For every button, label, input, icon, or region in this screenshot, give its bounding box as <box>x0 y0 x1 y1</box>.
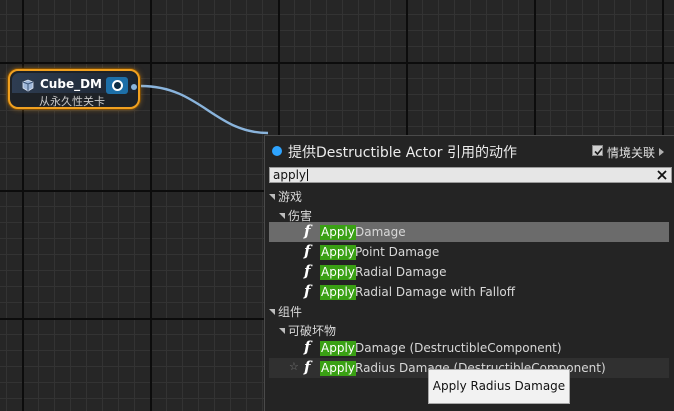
function-icon: f <box>304 222 311 240</box>
checkmark-icon <box>594 147 603 156</box>
function-icon: f <box>304 358 311 376</box>
node-title: Cube_DM <box>40 77 102 91</box>
chevron-right-icon[interactable] <box>659 148 664 156</box>
action-label: Damage (DestructibleComponent) <box>355 341 562 355</box>
function-icon: f <box>304 338 311 356</box>
action-label: Radial Damage <box>355 265 447 279</box>
blueprint-dot-icon <box>272 146 282 156</box>
favorite-star-icon[interactable]: ☆ <box>289 360 299 373</box>
search-input-value[interactable]: apply <box>273 168 308 182</box>
exec-out-dot <box>131 84 137 90</box>
tooltip: Apply Radius Damage <box>428 369 570 404</box>
category-game[interactable]: 游戏 <box>269 188 302 205</box>
action-label: Radial Damage with Falloff <box>355 285 516 299</box>
menu-title-row: 提供Destructible Actor 引用的动作 情境关联 <box>265 136 674 166</box>
menu-title: 提供Destructible Actor 引用的动作 <box>288 145 518 161</box>
search-match-highlight: Apply <box>320 361 356 376</box>
search-input[interactable]: apply <box>269 167 672 183</box>
expand-triangle-icon[interactable] <box>269 194 275 200</box>
blueprint-node-cube-dm[interactable]: Cube_DM 从永久性关卡 <box>8 69 140 109</box>
function-icon: f <box>304 262 311 280</box>
action-apply-damage[interactable]: f Apply Damage <box>269 222 669 242</box>
context-sensitive-label[interactable]: 情境关联 <box>607 144 655 161</box>
node-subtitle: 从永久性关卡 <box>39 95 105 108</box>
search-match-highlight: Apply <box>320 285 356 300</box>
action-apply-point-damage[interactable]: f Apply Point Damage <box>269 242 669 262</box>
expand-triangle-icon[interactable] <box>279 213 285 219</box>
category-components[interactable]: 组件 <box>269 303 302 320</box>
subcategory-label: 伤害 <box>288 209 313 223</box>
search-match-highlight: Apply <box>320 245 356 260</box>
category-label: 组件 <box>278 305 303 319</box>
expand-triangle-icon[interactable] <box>279 328 285 334</box>
action-apply-radial-damage[interactable]: f Apply Radial Damage <box>269 262 669 282</box>
action-apply-damage-destructible[interactable]: f Apply Damage (DestructibleComponent) <box>269 338 669 358</box>
expand-triangle-icon[interactable] <box>269 309 275 315</box>
output-pin-box[interactable] <box>106 77 128 94</box>
search-match-highlight: Apply <box>320 341 356 356</box>
context-sensitive-checkbox[interactable] <box>592 145 603 156</box>
action-label: Damage <box>355 225 406 239</box>
category-destructible[interactable]: 可破坏物 <box>279 322 336 339</box>
search-match-highlight: Apply <box>320 265 356 280</box>
function-icon: f <box>304 282 311 300</box>
close-icon[interactable] <box>655 168 669 182</box>
action-label: Point Damage <box>355 245 440 259</box>
search-match-highlight: Apply <box>320 225 356 240</box>
function-icon: f <box>304 242 311 260</box>
actor-icon <box>22 79 34 92</box>
subcategory-label: 可破坏物 <box>288 324 337 338</box>
action-apply-radial-damage-falloff[interactable]: f Apply Radial Damage with Falloff <box>269 282 669 302</box>
category-label: 游戏 <box>278 190 303 204</box>
output-pin-icon[interactable] <box>112 80 123 91</box>
